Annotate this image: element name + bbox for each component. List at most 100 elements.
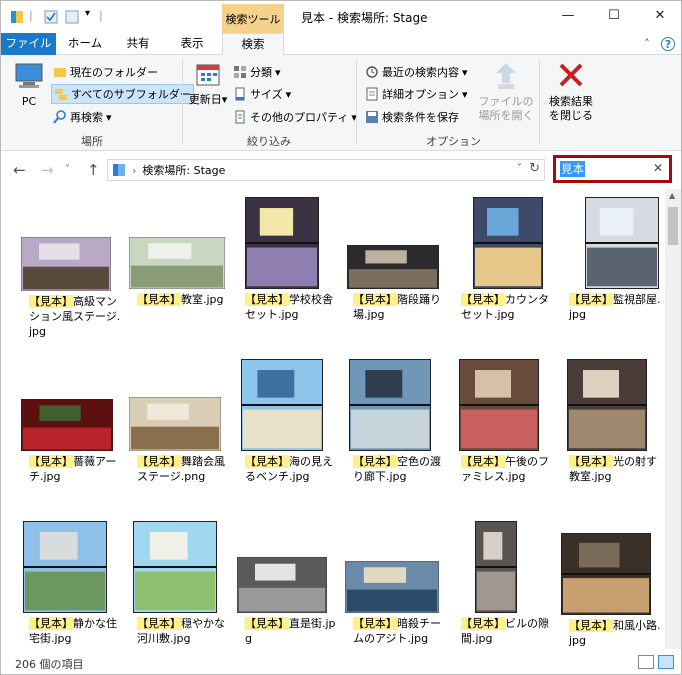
search-match-highlight: 【見本】 xyxy=(29,617,73,630)
tab-search[interactable]: 検索 xyxy=(222,33,284,56)
properties-icon xyxy=(235,110,245,124)
search-location-icon xyxy=(113,164,125,176)
modified-date-button[interactable]: 更新日▾ xyxy=(187,61,229,107)
tab-view[interactable]: 表示 xyxy=(166,33,218,55)
group-label-location: 場所 xyxy=(81,135,103,148)
forward-arrow-icon[interactable]: → xyxy=(41,161,54,179)
file-item[interactable]: 【見本】和風小路.jpg xyxy=(559,189,665,649)
save-search-button[interactable]: 検索条件を保存 xyxy=(363,107,461,127)
explorer-icon[interactable] xyxy=(9,9,25,25)
file-item[interactable]: 【見本】暗殺チームのアジト.jpg xyxy=(343,189,451,649)
breadcrumb[interactable]: 検索場所: Stage xyxy=(142,162,225,178)
save-search-icon xyxy=(366,111,378,123)
chevron-down-icon: ▾ xyxy=(275,65,281,79)
file-thumbnail[interactable] xyxy=(475,521,517,613)
file-name: 【見本】穏やかな河川敷.jpg xyxy=(127,616,235,646)
address-dropdown-icon[interactable]: ˅ xyxy=(517,163,522,174)
help-icon[interactable]: ? xyxy=(661,37,675,51)
new-folder-icon[interactable] xyxy=(64,9,80,25)
search-match-highlight: 【見本】 xyxy=(245,617,289,630)
back-arrow-icon[interactable]: ← xyxy=(13,161,26,179)
address-bar[interactable]: › 検索場所: Stage ˅ ↻ xyxy=(107,159,545,181)
save-search-label: 検索条件を保存 xyxy=(382,111,459,124)
title-bar: | ▾ | 検索ツール 見本 - 検索場所: Stage — ☐ ✕ xyxy=(1,1,681,33)
file-name: 【見本】直是街.jpg xyxy=(235,616,343,646)
item-count: 206 個の項目 xyxy=(15,658,84,671)
tab-file[interactable]: ファイル xyxy=(1,33,56,55)
up-arrow-folder-icon xyxy=(496,63,516,89)
collapse-ribbon-icon[interactable]: ˄ xyxy=(639,36,655,52)
open-location-label-1: ファイルの xyxy=(478,95,534,108)
file-item[interactable]: 【見本】ビルの隙間.jpg xyxy=(451,189,559,649)
kind-icon xyxy=(234,66,246,78)
recent-locations-icon[interactable]: ˅ xyxy=(65,164,70,175)
title-divider: | xyxy=(99,9,103,22)
file-thumbnail[interactable] xyxy=(561,533,651,615)
clear-search-icon[interactable]: ✕ xyxy=(653,161,663,175)
recent-searches-button[interactable]: 最近の検索内容 ▾ xyxy=(363,62,470,82)
size-button[interactable]: サイズ ▾ xyxy=(231,84,293,104)
recent-searches-label: 最近の検索内容 xyxy=(382,66,459,79)
file-item[interactable]: 【見本】穏やかな河川敷.jpg xyxy=(127,189,235,649)
close-search-button[interactable]: 検索結果 を閉じる xyxy=(542,61,600,123)
group-label-options: オプション xyxy=(426,135,481,148)
vertical-scrollbar[interactable]: ▲ xyxy=(665,189,681,649)
file-item[interactable]: 【見本】静かな住宅街.jpg xyxy=(19,189,127,649)
current-folder-button[interactable]: 現在のフォルダー xyxy=(51,62,160,82)
ribbon-tabs: ファイル ホーム 共有 表示 検索 ˄ ? xyxy=(1,33,681,56)
other-properties-button[interactable]: その他のプロパティ ▾ xyxy=(231,107,359,127)
all-subfolders-button[interactable]: すべてのサブフォルダー xyxy=(51,84,194,104)
properties-icon[interactable] xyxy=(43,9,59,25)
file-thumbnail[interactable] xyxy=(237,557,327,613)
search-match-highlight: 【見本】 xyxy=(137,617,181,630)
open-location-label-2: 場所を開く xyxy=(478,109,534,122)
red-x-icon xyxy=(559,63,583,87)
group-label-refine: 絞り込み xyxy=(247,135,291,148)
open-file-location-button[interactable]: ファイルの 場所を開く xyxy=(477,61,535,123)
chevron-down-icon: ▾ xyxy=(221,93,228,106)
breadcrumb-chevron-icon: › xyxy=(132,163,137,177)
file-grid: 【見本】高級マンション風ステージ.jpg 【見本】教室.jpg 【見本】学校校舎セッ… xyxy=(1,189,665,649)
file-thumbnail[interactable] xyxy=(345,561,439,613)
all-subfolders-label: すべてのサブフォルダー xyxy=(71,88,191,101)
research-button[interactable]: 再検索 ▾ xyxy=(51,107,114,127)
advanced-options-label: 詳細オプション xyxy=(382,88,459,101)
qa-dropdown-icon[interactable]: ▾ xyxy=(85,8,90,19)
large-icons-view-icon[interactable] xyxy=(658,655,674,669)
maximize-button[interactable]: ☐ xyxy=(591,1,637,31)
file-thumbnail[interactable] xyxy=(23,521,107,613)
subfolders-icon xyxy=(55,89,67,100)
close-search-label-2: を閉じる xyxy=(549,109,593,122)
tab-share[interactable]: 共有 xyxy=(114,33,162,55)
recent-search-icon xyxy=(366,66,378,78)
chevron-down-icon: ▾ xyxy=(285,87,292,101)
search-match-highlight: 【見本】 xyxy=(569,619,613,632)
calendar-icon xyxy=(196,64,220,86)
tab-home[interactable]: ホーム xyxy=(59,33,111,55)
navigation-bar: ← → ˅ ↑ › 検索場所: Stage ˅ ↻ 見本 ✕ xyxy=(1,151,681,189)
pc-button[interactable]: PC xyxy=(9,61,49,109)
search-input[interactable]: 見本 xyxy=(560,161,585,177)
advanced-options-button[interactable]: 詳細オプション ▾ xyxy=(363,84,470,104)
title-divider: | xyxy=(29,9,33,22)
file-item[interactable]: 【見本】直是街.jpg xyxy=(235,189,343,649)
details-view-icon[interactable] xyxy=(638,655,654,669)
minimize-button[interactable]: — xyxy=(545,1,591,31)
ribbon-divider xyxy=(182,59,183,145)
file-name: 【見本】ビルの隙間.jpg xyxy=(451,616,559,646)
scrollbar-thumb[interactable] xyxy=(668,207,678,245)
kind-button[interactable]: 分類 ▾ xyxy=(231,62,283,82)
up-arrow-icon[interactable]: ↑ xyxy=(87,161,100,179)
modified-date-label: 更新日▾ xyxy=(188,93,228,106)
file-thumbnail[interactable] xyxy=(133,521,217,613)
scroll-up-icon[interactable]: ▲ xyxy=(669,191,675,200)
file-name: 【見本】暗殺チームのアジト.jpg xyxy=(343,616,451,646)
other-properties-label: その他のプロパティ xyxy=(250,111,349,124)
close-button[interactable]: ✕ xyxy=(637,1,681,31)
search-box[interactable]: 見本 ✕ xyxy=(553,155,672,183)
refresh-icon[interactable]: ↻ xyxy=(529,161,540,176)
pc-label: PC xyxy=(21,95,37,108)
size-label: サイズ xyxy=(250,88,283,101)
ribbon-divider xyxy=(539,59,540,145)
context-tab-search-tools: 検索ツール xyxy=(222,4,284,33)
